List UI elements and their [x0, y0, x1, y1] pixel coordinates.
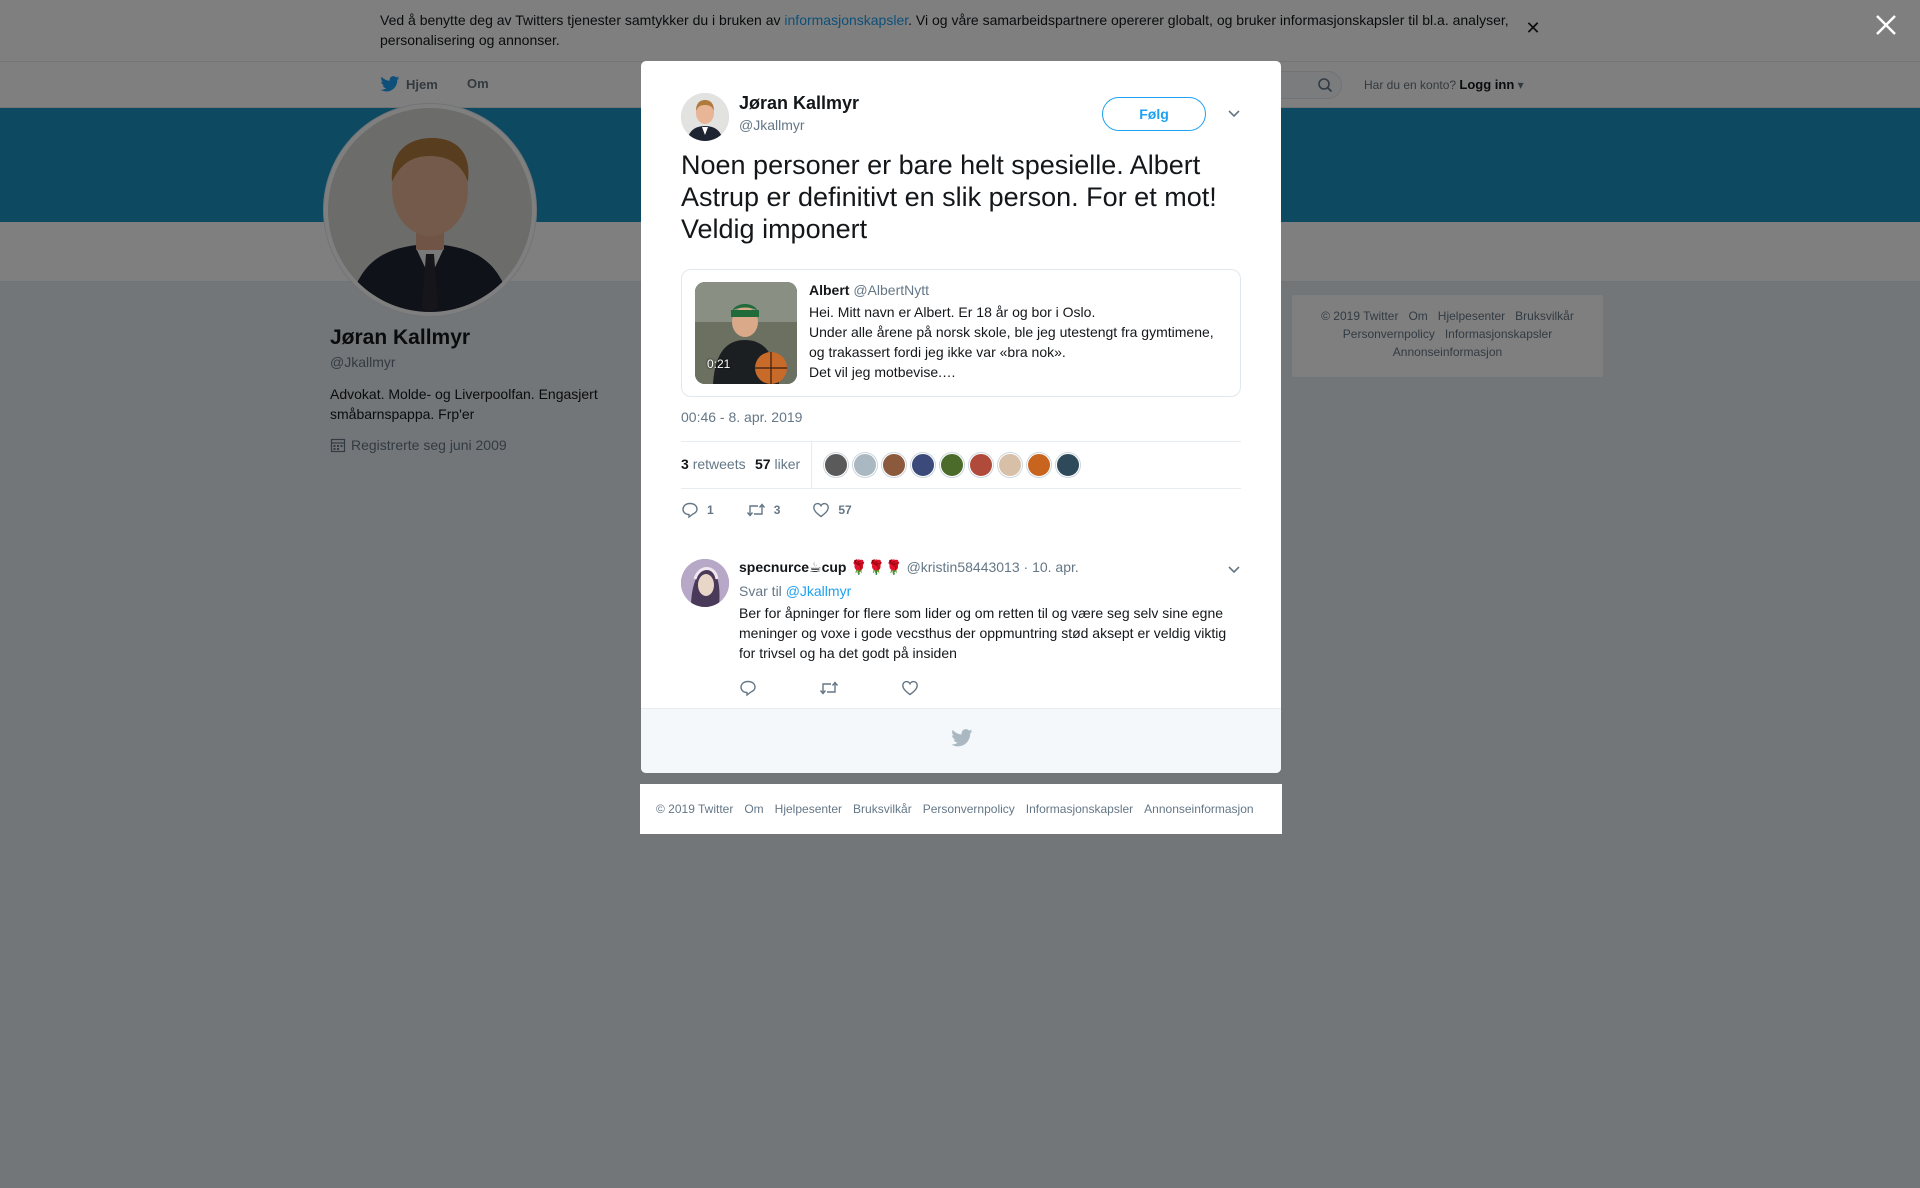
footer-link-about[interactable]: Om: [744, 802, 763, 816]
like-count: 57: [838, 503, 852, 517]
video-duration: 0:21: [707, 357, 731, 371]
reply-icon: [682, 502, 698, 519]
heart-icon: [813, 502, 830, 518]
heart-icon[interactable]: [901, 679, 919, 697]
liker-avatar[interactable]: [1027, 453, 1051, 477]
liker-avatar[interactable]: [853, 453, 877, 477]
liker-avatars: [824, 453, 1080, 477]
reply-text: Ber for åpninger for flere som lider og …: [739, 605, 1227, 661]
liker-avatar[interactable]: [882, 453, 906, 477]
footer-link-ads[interactable]: Annonseinformasjon: [1144, 802, 1253, 816]
footer-link-privacy[interactable]: Personvernpolicy: [923, 802, 1015, 816]
quoted-author-handle: @AlbertNytt: [853, 282, 930, 298]
twitter-bird-icon: [951, 729, 973, 747]
likes-label: liker: [774, 456, 801, 472]
tweet-stats: 3 retweets 57 liker: [681, 441, 1241, 489]
tweet-text: Noen personer er bare helt spesielle. Al…: [681, 150, 1217, 244]
reply-to-line: Svar til @Jkallmyr: [739, 583, 851, 599]
retweets-count: 3: [681, 456, 689, 472]
footer-link-help[interactable]: Hjelpesenter: [775, 802, 842, 816]
tweet-author-name[interactable]: Jøran Kallmyr: [739, 93, 859, 114]
tweet-author-handle[interactable]: @Jkallmyr: [739, 117, 805, 133]
retweet-count: 3: [773, 503, 781, 517]
avatar-portrait-icon: [681, 93, 729, 141]
footer-copyright: © 2019 Twitter: [656, 802, 734, 816]
liker-avatar[interactable]: [969, 453, 993, 477]
follow-button[interactable]: Følg: [1102, 97, 1206, 131]
quoted-video-thumbnail[interactable]: 0:21: [695, 282, 797, 384]
tweet-modal: Jøran Kallmyr @Jkallmyr Følg Noen person…: [641, 61, 1281, 773]
like-button[interactable]: 57: [812, 501, 852, 519]
likes-stat[interactable]: 57 liker: [755, 456, 800, 472]
footer-link-terms[interactable]: Bruksvilkår: [853, 802, 912, 816]
tweet-actions: 1 3 57: [681, 501, 884, 519]
quoted-text-line: Det vil jeg motbevise.…: [809, 364, 957, 380]
reply-to-handle[interactable]: @Jkallmyr: [786, 583, 852, 599]
reply-author-handle[interactable]: @kristin58443013: [907, 559, 1020, 575]
reply-to-label: Svar til: [739, 583, 782, 599]
reply-icon[interactable]: [739, 679, 757, 697]
quoted-author[interactable]: Albert @AlbertNytt: [809, 282, 929, 298]
footer-link-cookies[interactable]: Informasjonskapsler: [1026, 802, 1133, 816]
close-icon[interactable]: [1873, 12, 1899, 38]
liker-avatar[interactable]: [940, 453, 964, 477]
bottom-footer: © 2019 Twitter Om Hjelpesenter Bruksvilk…: [640, 784, 1282, 834]
retweet-icon[interactable]: [819, 679, 839, 697]
liker-avatar[interactable]: [824, 453, 848, 477]
reply-author-avatar[interactable]: [681, 559, 729, 607]
retweet-button[interactable]: 3: [746, 501, 781, 519]
retweets-label: retweets: [692, 456, 746, 472]
avatar-image: [681, 559, 729, 607]
liker-avatar[interactable]: [998, 453, 1022, 477]
tweet-author-avatar[interactable]: [681, 93, 729, 141]
reply-actions: [739, 679, 919, 697]
quoted-text-line: Under alle årene på norsk skole, ble jeg…: [809, 324, 1214, 360]
tweet-timestamp[interactable]: 00:46 - 8. apr. 2019: [681, 409, 802, 425]
chevron-down-icon[interactable]: [1226, 561, 1242, 577]
reply-header: specnurce☕cup 🌹🌹🌹 @kristin58443013 · 10.…: [739, 559, 1209, 576]
reply-date[interactable]: · 10. apr.: [1024, 559, 1079, 575]
likes-count: 57: [755, 456, 771, 472]
retweet-icon: [746, 503, 765, 517]
reply-author-name[interactable]: specnurce☕cup 🌹🌹🌹: [739, 559, 903, 575]
reply-count: 1: [707, 503, 714, 517]
retweets-stat[interactable]: 3 retweets: [681, 456, 746, 472]
quoted-text-line: Hei. Mitt navn er Albert. Er 18 år og bo…: [809, 304, 1096, 320]
modal-footer: [641, 708, 1281, 773]
quoted-tweet[interactable]: 0:21 Albert @AlbertNytt Hei. Mitt navn e…: [681, 269, 1241, 397]
liker-avatar[interactable]: [911, 453, 935, 477]
stats-divider: [811, 442, 812, 488]
chevron-down-icon[interactable]: [1226, 105, 1242, 121]
liker-avatar[interactable]: [1056, 453, 1080, 477]
quoted-text: Hei. Mitt navn er Albert. Er 18 år og bo…: [809, 302, 1229, 382]
quoted-author-name: Albert: [809, 282, 850, 298]
reply-button[interactable]: 1: [681, 501, 714, 519]
